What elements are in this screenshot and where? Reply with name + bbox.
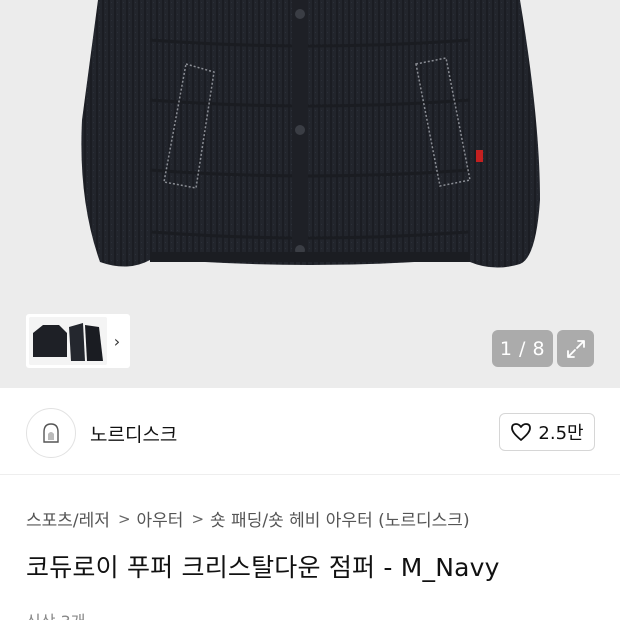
polar-bear-logo-icon bbox=[43, 423, 59, 443]
like-count: 2.5만 bbox=[538, 423, 584, 444]
product-image-gallery[interactable]: › 1 / 8 bbox=[0, 0, 620, 388]
brand-logo[interactable] bbox=[26, 408, 76, 458]
expand-icon bbox=[566, 339, 585, 358]
like-button[interactable]: 2.5만 bbox=[499, 413, 595, 451]
breadcrumb: 스포츠/레저 > 아우터 > 숏 패딩/숏 헤비 아우터 (노르디스크) bbox=[26, 506, 470, 532]
brand-row: 노르디스크 2.5만 bbox=[0, 388, 620, 474]
thumbnail-image[interactable] bbox=[29, 317, 107, 365]
heart-icon bbox=[511, 423, 532, 441]
expand-button[interactable] bbox=[557, 330, 594, 367]
breadcrumb-item[interactable]: 숏 패딩/숏 헤비 아우터 (노르디스크) bbox=[210, 506, 470, 531]
image-counter: 1 / 8 bbox=[492, 330, 553, 367]
breadcrumb-item[interactable]: 아우터 bbox=[137, 506, 184, 531]
thumbnail-strip[interactable]: › bbox=[26, 314, 130, 368]
divider bbox=[0, 474, 620, 475]
chevron-right-icon[interactable]: › bbox=[107, 332, 127, 351]
breadcrumb-item[interactable]: 스포츠/레저 bbox=[26, 506, 110, 531]
chevron-right-icon: > bbox=[117, 509, 131, 528]
chevron-right-icon: > bbox=[191, 509, 205, 528]
product-subinfo: 신상 3개 bbox=[26, 608, 85, 620]
brand-name[interactable]: 노르디스크 bbox=[90, 420, 177, 447]
thumbnail-jacket-image bbox=[29, 317, 107, 365]
product-title: 코듀로이 푸퍼 크리스탈다운 점퍼 - M_Navy bbox=[26, 553, 500, 582]
